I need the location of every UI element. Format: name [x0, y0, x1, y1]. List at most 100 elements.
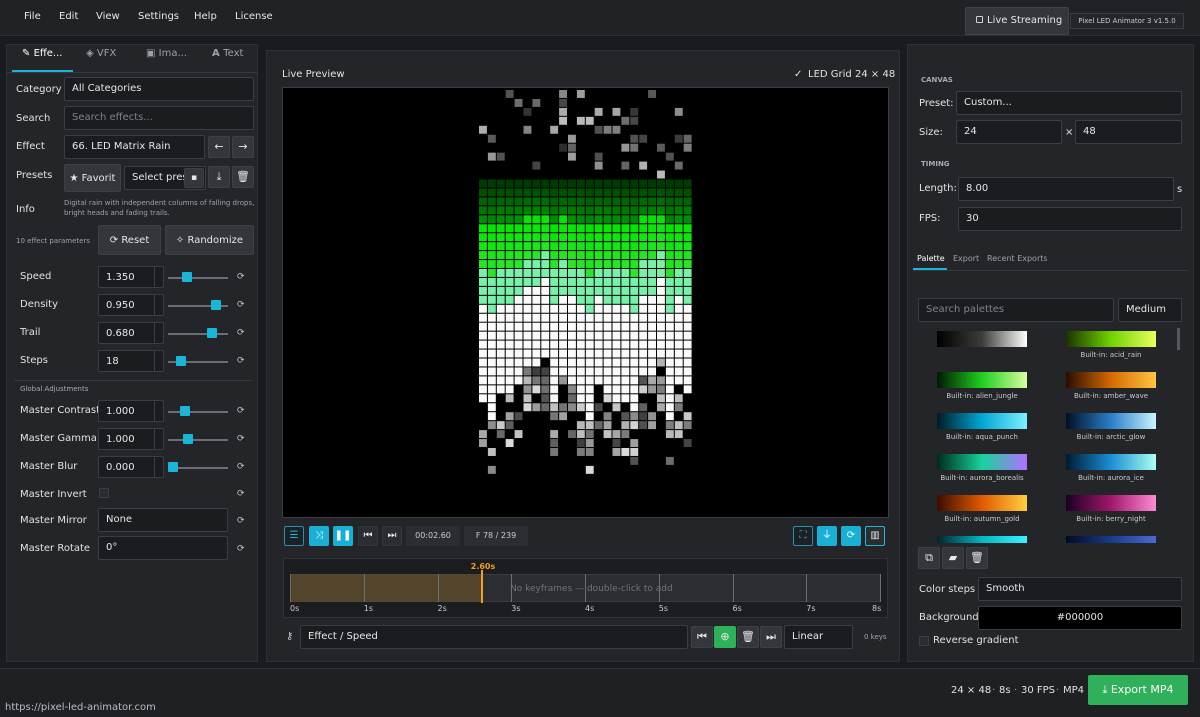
- search-effects-input[interactable]: Search effects...: [64, 106, 254, 130]
- palette-swatch[interactable]: [937, 372, 1027, 388]
- global-slider[interactable]: [168, 411, 228, 413]
- slider-thumb[interactable]: [181, 272, 192, 282]
- palette-swatch[interactable]: [937, 454, 1027, 470]
- menu-help[interactable]: Help: [194, 11, 217, 22]
- plug-icon[interactable]: ⏚: [817, 526, 837, 546]
- palette-swatch[interactable]: [1066, 413, 1156, 429]
- master-rotate-select[interactable]: 0°: [98, 536, 228, 560]
- search-palettes-input[interactable]: Search palettes: [918, 298, 1114, 322]
- shuffle-icon[interactable]: ⤨: [309, 526, 329, 546]
- slider-thumb[interactable]: [207, 328, 217, 338]
- reset-icon[interactable]: ⟳: [237, 434, 245, 444]
- palette-swatch[interactable]: [1066, 454, 1156, 470]
- loop-icon[interactable]: ⟳: [841, 526, 861, 546]
- master-mirror-select[interactable]: None: [98, 508, 228, 532]
- canvas-width-input[interactable]: 24: [956, 120, 1062, 144]
- interpolation-select[interactable]: Linear: [784, 625, 853, 649]
- palette-swatch[interactable]: [937, 536, 1027, 543]
- arrow-left-icon[interactable]: ←: [208, 136, 230, 158]
- track-select[interactable]: Effect / Speed: [300, 625, 688, 649]
- live-streaming-button[interactable]: Live Streaming: [965, 7, 1069, 35]
- palette-scrollbar[interactable]: [1177, 328, 1180, 350]
- reset-button[interactable]: ⟳ Reset: [98, 225, 161, 255]
- export-mp4-button[interactable]: ⤓ Export MP4: [1088, 675, 1188, 705]
- tab-recent-exports[interactable]: Recent Exports: [987, 254, 1048, 263]
- pause-icon[interactable]: ❚❚: [333, 526, 353, 546]
- palette-swatch[interactable]: [1066, 495, 1156, 511]
- tab-vfx[interactable]: ◈ VFX: [86, 48, 116, 59]
- menu-icon[interactable]: ☰: [284, 526, 304, 546]
- live-preview-canvas[interactable]: [282, 87, 889, 518]
- skip-forward-icon[interactable]: ⏭: [382, 526, 402, 546]
- layout-icon[interactable]: ▥: [865, 526, 885, 546]
- reset-mirror-icon[interactable]: ⟳: [237, 516, 245, 526]
- palette-swatch[interactable]: [937, 495, 1027, 511]
- param-slider[interactable]: [168, 277, 228, 279]
- stepper[interactable]: [154, 350, 164, 372]
- reset-invert-icon[interactable]: ⟳: [237, 489, 245, 499]
- menu-view[interactable]: View: [96, 11, 120, 22]
- add-key-icon[interactable]: ⊕: [714, 626, 736, 648]
- delete-key-icon[interactable]: 🗑: [737, 626, 759, 648]
- prev-key-icon[interactable]: ⏮: [691, 626, 713, 648]
- canvas-preset-select[interactable]: Custom...: [956, 91, 1182, 115]
- slider-thumb[interactable]: [179, 406, 190, 416]
- reset-rotate-icon[interactable]: ⟳: [237, 544, 245, 554]
- global-slider[interactable]: [168, 439, 228, 441]
- stepper[interactable]: [154, 456, 164, 478]
- randomize-button[interactable]: ✧ Randomize: [165, 225, 254, 255]
- palette-trash-icon[interactable]: 🗑: [966, 547, 988, 569]
- arrow-right-icon[interactable]: →: [232, 136, 254, 158]
- effect-select[interactable]: 66. LED Matrix Rain: [64, 135, 205, 159]
- slider-thumb[interactable]: [183, 434, 193, 444]
- skip-back-icon[interactable]: ⏮: [358, 526, 378, 546]
- canvas-height-input[interactable]: 48: [1075, 120, 1182, 144]
- folder-icon[interactable]: ▰: [942, 547, 964, 569]
- download-icon[interactable]: ⤓: [208, 166, 230, 188]
- palette-swatch[interactable]: [1066, 331, 1156, 347]
- favorit-button[interactable]: ★ Favorit: [64, 164, 121, 192]
- palette-swatch[interactable]: [1066, 536, 1156, 543]
- tab-export[interactable]: Export: [953, 254, 979, 263]
- slider-thumb[interactable]: [176, 356, 186, 366]
- reset-icon[interactable]: ⟳: [237, 406, 245, 416]
- param-slider[interactable]: [168, 333, 228, 335]
- reset-icon[interactable]: ⟳: [237, 272, 245, 282]
- tab-text[interactable]: A Text: [212, 48, 243, 59]
- fullscreen-icon[interactable]: ⛶: [793, 526, 813, 546]
- stepper[interactable]: [154, 428, 164, 450]
- reset-icon[interactable]: ⟳: [237, 300, 245, 310]
- master-invert-checkbox[interactable]: [99, 488, 109, 498]
- led-grid-checkbox[interactable]: ✓: [794, 69, 802, 80]
- background-color-input[interactable]: #000000: [978, 606, 1182, 630]
- tab-palette[interactable]: Palette: [917, 254, 945, 263]
- palette-swatch[interactable]: [937, 413, 1027, 429]
- category-select[interactable]: All Categories: [64, 77, 254, 101]
- save-icon[interactable]: ▪: [184, 168, 204, 188]
- playhead[interactable]: [480, 570, 483, 603]
- palette-size-select[interactable]: Medium: [1118, 298, 1182, 322]
- palette-swatch[interactable]: [937, 331, 1027, 347]
- reset-icon[interactable]: ⟳: [237, 328, 245, 338]
- length-input[interactable]: 8.00: [958, 177, 1174, 201]
- menu-file[interactable]: File: [24, 11, 41, 22]
- stepper[interactable]: [154, 294, 164, 316]
- palette-swatch[interactable]: [1066, 372, 1156, 388]
- color-steps-select[interactable]: Smooth: [978, 577, 1182, 601]
- menu-license[interactable]: License: [235, 11, 273, 22]
- tab-image[interactable]: ▣ Ima...: [146, 48, 187, 59]
- next-key-icon[interactable]: ⏭: [760, 626, 782, 648]
- menu-settings[interactable]: Settings: [138, 11, 179, 22]
- website-url[interactable]: https://pixel-led-animator.com: [5, 702, 156, 713]
- menu-edit[interactable]: Edit: [59, 11, 78, 22]
- slider-thumb[interactable]: [168, 462, 178, 472]
- reset-icon[interactable]: ⟳: [237, 356, 245, 366]
- reset-icon[interactable]: ⟳: [237, 462, 245, 472]
- slider-thumb[interactable]: [210, 300, 221, 310]
- palette-add-icon[interactable]: ⧉: [918, 547, 940, 569]
- tab-effects[interactable]: ✎ Effe...: [22, 48, 62, 59]
- stepper[interactable]: [154, 322, 164, 344]
- palette-list[interactable]: Built-in: acid_rain Built-in: alien_jungl…: [918, 325, 1186, 543]
- trash-icon[interactable]: 🗑: [232, 166, 254, 188]
- stepper[interactable]: [154, 266, 164, 288]
